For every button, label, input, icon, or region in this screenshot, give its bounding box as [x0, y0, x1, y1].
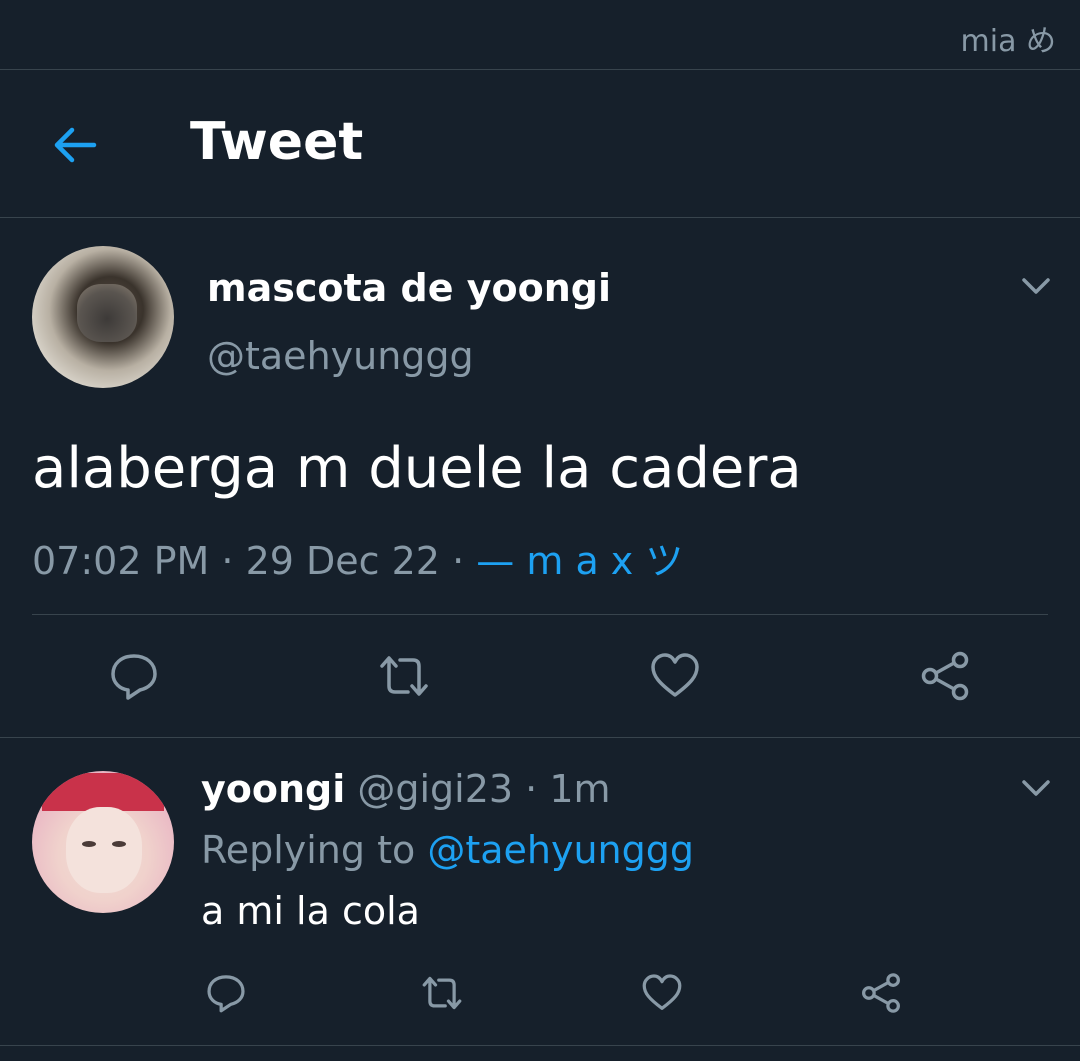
- author-name[interactable]: mascota de yoongi: [207, 266, 611, 310]
- reply-author-handle[interactable]: @gigi23: [357, 767, 513, 811]
- retweet-icon[interactable]: [421, 972, 463, 1014]
- arrow-left-icon[interactable]: [50, 121, 98, 169]
- tweet-source-link[interactable]: — m a x ツ: [476, 539, 683, 583]
- share-icon[interactable]: [919, 650, 971, 702]
- reply-separator: ·: [525, 767, 538, 811]
- status-bar-text: mia め: [960, 24, 1056, 59]
- status-divider: [0, 69, 1080, 70]
- share-icon[interactable]: [860, 972, 902, 1014]
- reply-avatar[interactable]: [32, 771, 174, 913]
- replying-mention-link[interactable]: @taehyunggg: [427, 828, 694, 872]
- reply-icon[interactable]: [205, 972, 247, 1014]
- reply-time: 1m: [549, 767, 611, 811]
- actions-divider: [0, 737, 1080, 738]
- retweet-icon[interactable]: [378, 650, 430, 702]
- author-handle[interactable]: @taehyunggg: [207, 334, 474, 378]
- author-avatar[interactable]: [32, 246, 174, 388]
- meta-divider: [32, 614, 1048, 615]
- header-divider: [0, 217, 1080, 218]
- tweet-meta: 07:02 PM · 29 Dec 22 · — m a x ツ: [32, 530, 683, 585]
- avatar-face: [77, 284, 137, 342]
- avatar-face: [66, 807, 142, 893]
- meta-separator: ·: [221, 539, 234, 583]
- avatar-eye: [112, 841, 126, 847]
- reply-icon[interactable]: [108, 650, 160, 702]
- meta-separator: ·: [452, 539, 465, 583]
- reply-author-name[interactable]: yoongi: [201, 767, 345, 811]
- tweet-date: 29 Dec 22: [245, 539, 440, 583]
- replying-to: Replying to @taehyunggg: [201, 828, 694, 872]
- avatar-headband: [42, 773, 164, 811]
- chevron-down-icon[interactable]: [1021, 276, 1051, 296]
- tweet-time: 07:02 PM: [32, 539, 210, 583]
- reply-text: a mi la cola: [201, 889, 420, 933]
- avatar-eye: [82, 841, 96, 847]
- page-title: Tweet: [190, 112, 364, 172]
- reply-header: yoongi @gigi23 · 1m: [201, 767, 611, 811]
- tweet-text: alaberga m duele la cadera: [32, 436, 802, 501]
- reply-divider: [0, 1045, 1080, 1046]
- like-icon[interactable]: [649, 650, 701, 702]
- chevron-down-icon[interactable]: [1021, 778, 1051, 798]
- like-icon[interactable]: [641, 972, 683, 1014]
- replying-prefix: Replying to: [201, 828, 416, 872]
